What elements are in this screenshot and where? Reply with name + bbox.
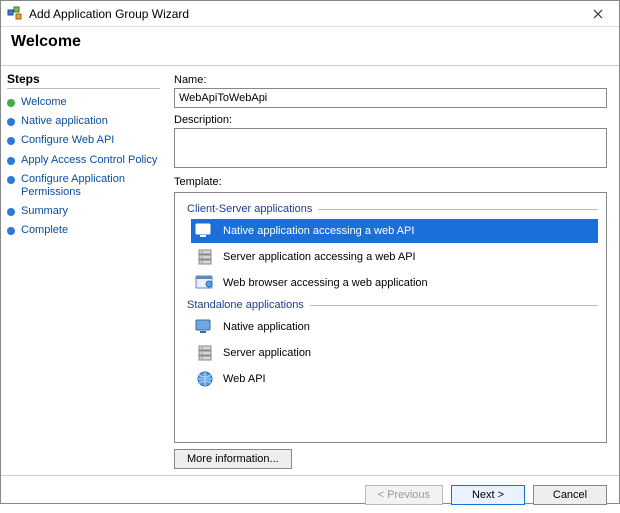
template-item-label: Server application [223,347,311,359]
step-item[interactable]: Configure Web API [7,131,160,150]
step-bullet-icon [7,208,15,216]
template-item-label: Native application accessing a web API [223,225,414,237]
template-item[interactable]: Native application accessing a web API [191,219,598,243]
step-item[interactable]: Native application [7,112,160,131]
title-bar: Add Application Group Wizard [1,1,619,27]
window-title: Add Application Group Wizard [29,7,189,21]
native-app-icon [195,318,215,336]
server-to-api-icon [195,248,215,266]
close-icon [593,9,603,19]
name-input[interactable] [174,88,607,108]
step-item[interactable]: Summary [7,202,160,221]
step-label[interactable]: Configure Web API [21,134,114,147]
step-bullet-icon [7,176,15,184]
divider [318,209,598,210]
step-item[interactable]: Configure Application Permissions [7,170,160,202]
browser-to-app-icon [195,274,215,292]
step-label[interactable]: Complete [21,224,68,237]
template-item[interactable]: Web browser accessing a web application [191,271,598,295]
template-group-client-server: Client-Server applications [187,203,598,215]
wizard-header: Welcome [1,27,619,65]
step-label[interactable]: Welcome [21,96,67,109]
step-bullet-icon [7,227,15,235]
template-item-label: Web API [223,373,266,385]
description-label: Description: [174,114,607,126]
previous-button: < Previous [365,485,443,505]
step-item[interactable]: Complete [7,221,160,240]
server-app-icon [195,344,215,362]
step-label[interactable]: Native application [21,115,108,128]
steps-sidebar: Steps Welcome Native application Configure… [1,66,166,475]
step-label[interactable]: Apply Access Control Policy [21,154,157,167]
template-item-label: Native application [223,321,310,333]
close-button[interactable] [583,4,613,24]
web-api-icon [195,370,215,388]
step-label[interactable]: Configure Application Permissions [21,173,160,199]
name-label: Name: [174,74,607,86]
template-item[interactable]: Web API [191,367,598,391]
step-bullet-icon [7,157,15,165]
more-information-button[interactable]: More information... [174,449,292,469]
template-group-standalone: Standalone applications [187,299,598,311]
divider [310,305,598,306]
template-item[interactable]: Native application [191,315,598,339]
native-to-api-icon [195,222,215,240]
steps-title: Steps [7,72,160,89]
step-bullet-icon [7,137,15,145]
template-list: Client-Server applications Native applic… [174,192,607,443]
page-title: Welcome [11,33,609,51]
step-label[interactable]: Summary [21,205,68,218]
template-item-label: Web browser accessing a web application [223,277,428,289]
wizard-footer: < Previous Next > Cancel [1,475,619,513]
template-item[interactable]: Server application accessing a web API [191,245,598,269]
next-button[interactable]: Next > [451,485,525,505]
group-title: Client-Server applications [187,203,312,215]
step-bullet-icon [7,118,15,126]
group-title: Standalone applications [187,299,304,311]
main-panel: Name: Description: Template: Client-Serv… [166,66,619,475]
step-item[interactable]: Welcome [7,93,160,112]
description-input[interactable] [174,128,607,168]
template-label: Template: [174,176,607,188]
step-item[interactable]: Apply Access Control Policy [7,151,160,170]
cancel-button[interactable]: Cancel [533,485,607,505]
template-item[interactable]: Server application [191,341,598,365]
app-icon [7,6,23,22]
template-item-label: Server application accessing a web API [223,251,416,263]
step-bullet-icon [7,99,15,107]
